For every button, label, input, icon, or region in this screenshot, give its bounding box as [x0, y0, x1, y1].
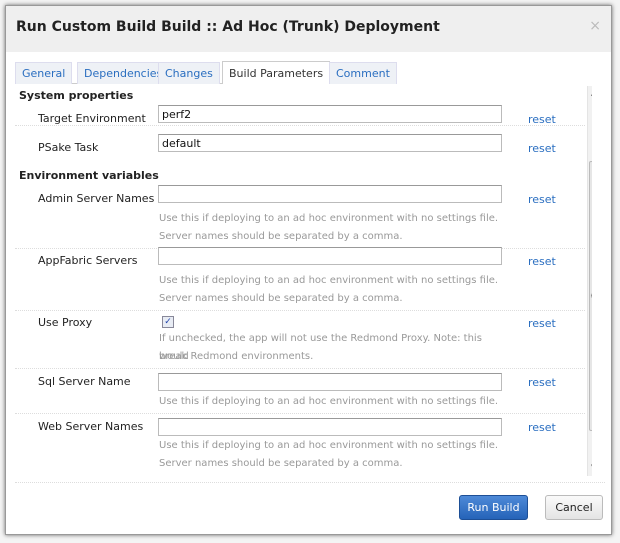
dialog-titlebar: Run Custom Build Build :: Ad Hoc (Trunk)… [6, 6, 611, 52]
parameters-panel: System properties Target Environment res… [15, 86, 592, 476]
admin-server-names-label: Admin Server Names [38, 192, 155, 205]
appfabric-help-1: Use this if deploying to an ad hoc envir… [159, 275, 499, 286]
appfabric-servers-reset[interactable]: reset [528, 255, 556, 268]
close-icon[interactable]: × [589, 18, 601, 34]
dialog-title: Run Custom Build Build :: Ad Hoc (Trunk)… [16, 19, 440, 35]
footer-divider [15, 482, 605, 483]
sql-server-name-input[interactable] [158, 373, 502, 391]
appfabric-help-2: Server names should be separated by a co… [159, 293, 403, 304]
admin-server-names-reset[interactable]: reset [528, 193, 556, 206]
appfabric-servers-input[interactable] [158, 247, 502, 265]
psake-task-reset[interactable]: reset [528, 142, 556, 155]
sql-server-name-label: Sql Server Name [38, 375, 131, 388]
proxy-help-2: break Redmond environments. [159, 351, 314, 362]
grip-icon: ≡ [590, 291, 592, 300]
tab-bar: General Dependencies Changes Build Param… [15, 58, 397, 84]
section-environment-variables: Environment variables [19, 169, 159, 182]
target-environment-input[interactable] [158, 105, 502, 123]
divider [15, 125, 585, 126]
target-environment-label: Target Environment [38, 112, 146, 125]
scroll-up-icon[interactable]: ▲ [591, 89, 592, 97]
sql-help-1: Use this if deploying to an ad hoc envir… [159, 396, 499, 407]
web-help-2: Server names should be separated by a co… [159, 458, 403, 469]
tab-general[interactable]: General [15, 62, 73, 84]
divider [15, 310, 585, 311]
tab-build-parameters[interactable]: Build Parameters [222, 61, 331, 84]
web-server-names-reset[interactable]: reset [528, 421, 556, 434]
admin-help-1: Use this if deploying to an ad hoc envir… [159, 213, 499, 224]
divider [15, 413, 585, 414]
admin-help-2: Server names should be separated by a co… [159, 231, 403, 242]
run-build-dialog: Run Custom Build Build :: Ad Hoc (Trunk)… [5, 5, 612, 535]
section-system-properties: System properties [19, 89, 134, 102]
scroll-down-icon[interactable]: ▼ [591, 463, 592, 471]
appfabric-servers-label: AppFabric Servers [38, 254, 138, 267]
use-proxy-reset[interactable]: reset [528, 317, 556, 330]
psake-task-input[interactable] [158, 134, 502, 152]
web-help-1: Use this if deploying to an ad hoc envir… [159, 440, 499, 451]
vertical-scrollbar[interactable]: ▲ ≡ ▼ [587, 86, 592, 476]
divider [15, 368, 585, 369]
cancel-button[interactable]: Cancel [545, 495, 603, 520]
use-proxy-checkbox[interactable]: ✓ [162, 316, 174, 328]
admin-server-names-input[interactable] [158, 185, 502, 203]
tab-comment[interactable]: Comment [329, 62, 397, 84]
tab-changes[interactable]: Changes [158, 62, 220, 84]
web-server-names-label: Web Server Names [38, 420, 144, 433]
tab-dependencies[interactable]: Dependencies [77, 62, 170, 84]
run-build-button[interactable]: Run Build [459, 495, 528, 520]
psake-task-label: PSake Task [38, 141, 99, 154]
web-server-names-input[interactable] [158, 418, 502, 436]
use-proxy-label: Use Proxy [38, 316, 93, 329]
sql-server-name-reset[interactable]: reset [528, 376, 556, 389]
